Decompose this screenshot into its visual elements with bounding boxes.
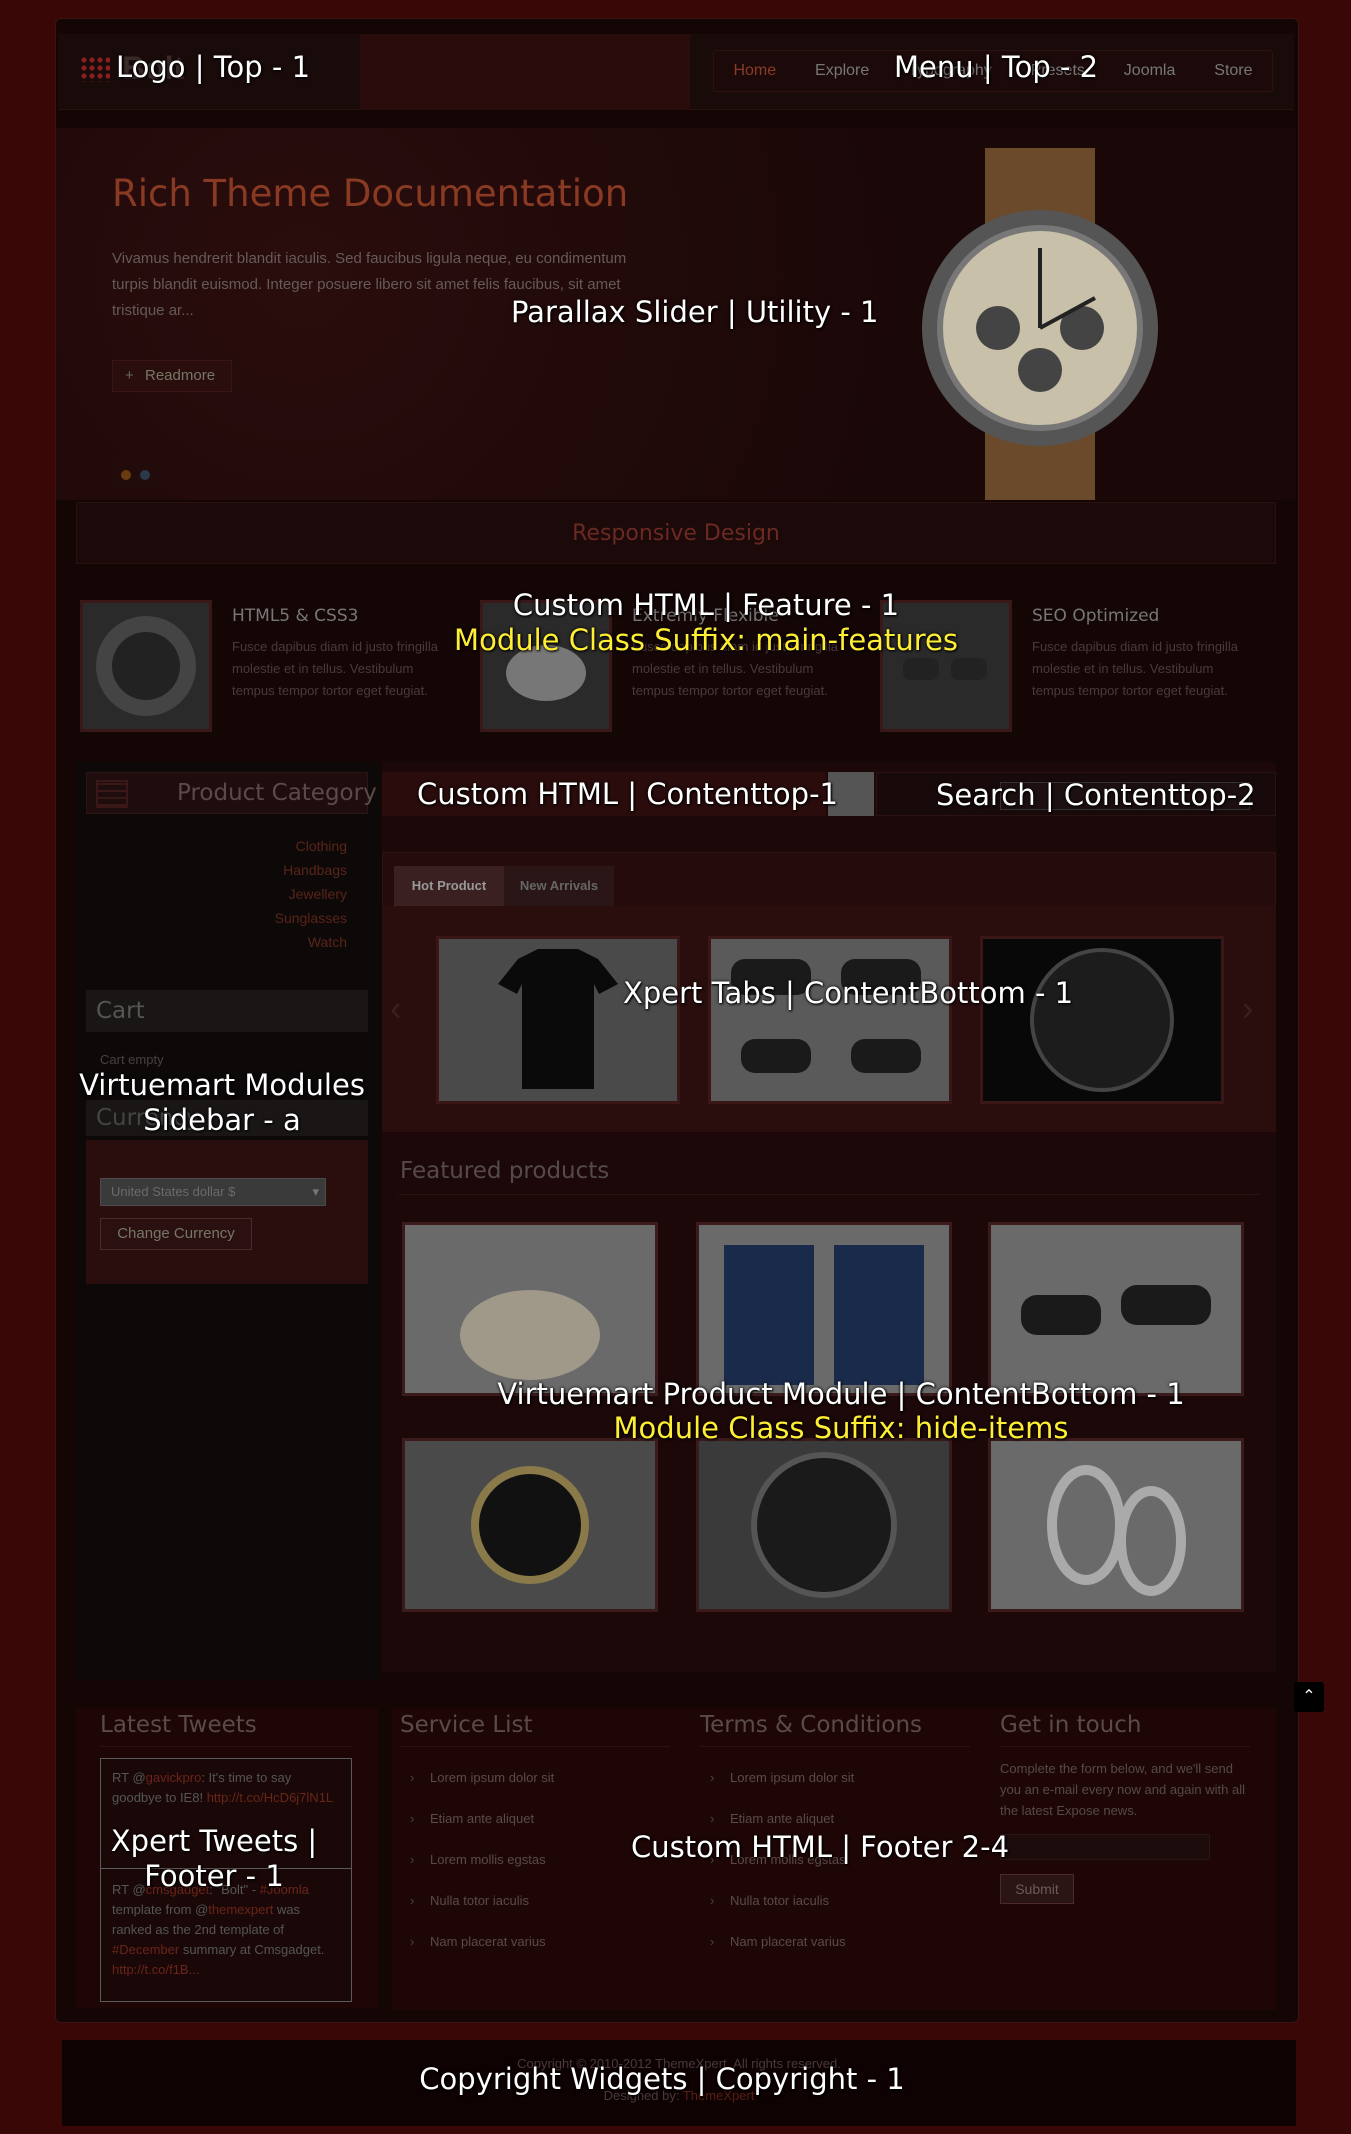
service-list-title: Service List (400, 1712, 533, 1738)
submit-button[interactable]: Submit (1000, 1874, 1074, 1904)
terms-item-1[interactable]: Lorem ipsum dolor sit (710, 1770, 854, 1785)
category-handbags[interactable]: Handbags (283, 862, 347, 878)
overlay-feature-suffix-label: Module Class Suffix: main-features (454, 623, 958, 657)
email-field[interactable] (1000, 1834, 1210, 1860)
feature-image-1 (80, 600, 212, 732)
tab-product-image-watch[interactable] (980, 936, 1224, 1104)
featured-product-gold-watch[interactable] (402, 1438, 658, 1612)
category-clothing[interactable]: Clothing (296, 838, 347, 854)
footer-divider (700, 1746, 970, 1747)
featured-product-handbag[interactable] (402, 1222, 658, 1396)
featured-product-polo-shirt[interactable] (696, 1222, 952, 1396)
tab-product-image-sunglasses[interactable] (708, 936, 952, 1104)
footer-divider (400, 1746, 670, 1747)
overlay-slider-label: Parallax Slider | Utility - 1 (511, 295, 879, 329)
featured-products-title: Featured products (400, 1158, 610, 1184)
footer-divider (100, 1746, 352, 1747)
tweet-1: RT @gavickpro: It's time to say goodbye … (112, 1770, 334, 1805)
cart-title: Cart (86, 990, 368, 1032)
get-in-touch-text: Complete the form below, and we'll send … (1000, 1761, 1245, 1818)
menu-item-store[interactable]: Store (1214, 62, 1252, 80)
service-item-3[interactable]: Lorem mollis egstas (410, 1852, 546, 1867)
currency-select[interactable]: United States dollar $ (100, 1178, 326, 1206)
tweet-2: RT @cmsgadget: "Bolt" - #Joomla template… (112, 1882, 325, 1977)
carousel-prev-icon[interactable]: ‹ (390, 990, 401, 1029)
readmore-button[interactable]: Readmore (112, 360, 232, 392)
slider-dot[interactable] (140, 470, 150, 480)
product-category-title: Product Category (177, 780, 377, 806)
footer-divider (1000, 1746, 1250, 1747)
featured-divider (398, 1194, 1260, 1195)
overlay-logo-label: Logo | Top - 1 (116, 50, 311, 84)
tweet-link[interactable]: http://t.co/HcD6j7lN1L (207, 1790, 333, 1805)
watch-image (922, 148, 1158, 500)
service-item-4[interactable]: Nulla totor iaculis (410, 1893, 529, 1908)
service-item-1[interactable]: Lorem ipsum dolor sit (410, 1770, 554, 1785)
cart-empty-text: Cart empty (100, 1052, 164, 1067)
menu-item-joomla[interactable]: Joomla (1124, 62, 1176, 80)
overlay-tweets-label: Xpert Tweets | (110, 1824, 318, 1858)
slider-title: Rich Theme Documentation (112, 172, 629, 215)
carousel-next-icon[interactable]: › (1242, 990, 1253, 1029)
menu-item-explore[interactable]: Explore (815, 62, 869, 80)
terms-item-2[interactable]: Etiam ante aliquet (710, 1811, 834, 1826)
get-in-touch-title: Get in touch (1000, 1712, 1142, 1738)
category-watch[interactable]: Watch (308, 934, 347, 950)
overlay-tweets-label-2: Footer - 1 (144, 1859, 284, 1893)
service-item-2[interactable]: Etiam ante aliquet (410, 1811, 534, 1826)
overlay-contenttop1-label: Custom HTML | Contenttop-1 (417, 777, 838, 811)
overlay-tabs-label: Xpert Tabs | ContentBottom - 1 (623, 976, 1074, 1010)
slider-dot-active[interactable] (121, 470, 131, 480)
terms-title: Terms & Conditions (700, 1712, 923, 1738)
feature-title-1: HTML5 & CSS3 (232, 606, 359, 626)
overlay-feature-label: Custom HTML | Feature - 1 (512, 588, 900, 622)
overlay-menu-label: Menu | Top - 2 (894, 50, 1099, 84)
featured-product-sunglasses[interactable] (988, 1222, 1244, 1396)
logo-dots-icon (80, 56, 110, 82)
overlay-copyright-label: Copyright Widgets | Copyright - 1 (419, 2062, 905, 2096)
category-sunglasses[interactable]: Sunglasses (275, 910, 347, 926)
tab-hot-product[interactable]: Hot Product (394, 866, 504, 906)
top-block (360, 34, 690, 110)
terms-item-5[interactable]: Nam placerat varius (710, 1934, 846, 1949)
menu-item-home[interactable]: Home (733, 62, 776, 80)
category-jewellery[interactable]: Jewellery (289, 886, 347, 902)
feature-title-3: SEO Optimized (1032, 606, 1160, 626)
tab-new-arrivals[interactable]: New Arrivals (504, 866, 614, 906)
tab-product-image-tshirt[interactable] (436, 936, 680, 1104)
currency-panel (86, 1140, 368, 1284)
change-currency-button[interactable]: Change Currency (100, 1218, 252, 1250)
overlay-vm-product-suffix-label: Module Class Suffix: hide-items (613, 1411, 1069, 1445)
grid-list-icon (96, 780, 128, 808)
latest-tweets-title: Latest Tweets (100, 1712, 257, 1738)
tweet-user-link[interactable]: gavickpro (146, 1770, 202, 1785)
overlay-vm-product-label: Virtuemart Product Module | ContentBotto… (497, 1377, 1185, 1411)
feature-text-3: Fusce dapibus diam id justo fringilla mo… (1032, 639, 1238, 698)
overlay-vm-sidebar-label: Sidebar - a (143, 1103, 301, 1137)
service-item-5[interactable]: Nam placerat varius (410, 1934, 546, 1949)
scroll-top-button[interactable]: ⌃ (1294, 1682, 1324, 1712)
feature-text-1: Fusce dapibus diam id justo fringilla mo… (232, 639, 438, 698)
terms-item-4[interactable]: Nulla totor iaculis (710, 1893, 829, 1908)
feature-image-3 (880, 600, 1012, 732)
slider-pager (112, 462, 160, 488)
featured-product-chronograph[interactable] (696, 1438, 952, 1612)
featured-product-rings[interactable] (988, 1438, 1244, 1612)
overlay-footer24-label: Custom HTML | Footer 2-4 (630, 1830, 1010, 1864)
responsive-design-title: Responsive Design (76, 502, 1276, 564)
overlay-vm-modules-label: Virtuemart Modules (79, 1068, 365, 1102)
overlay-contenttop2-label: Search | Contenttop-2 (936, 778, 1256, 812)
